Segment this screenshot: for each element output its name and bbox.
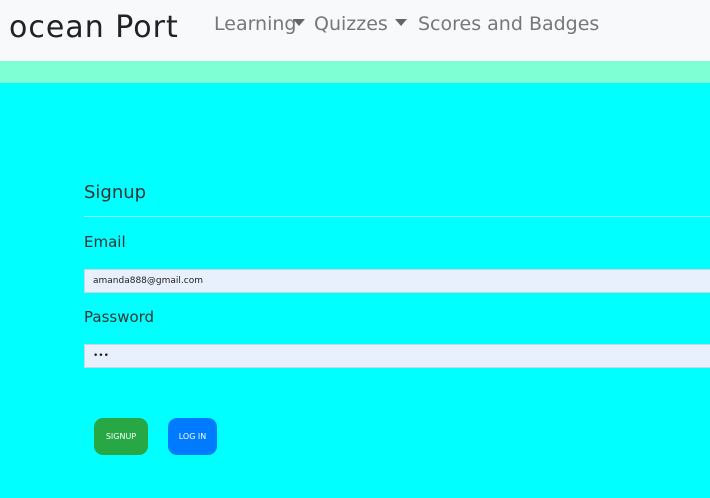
nav-learning[interactable]: Learning [214,13,297,35]
email-field[interactable] [84,269,710,293]
email-label: Email [84,233,126,251]
learning-dropdown-caret-icon[interactable] [293,19,305,26]
signup-button[interactable]: SIGNUP [94,418,148,455]
password-field[interactable] [84,344,710,368]
heading-divider [84,216,710,217]
signup-heading: Signup [84,182,147,203]
accent-stripe [0,61,710,83]
password-label: Password [84,308,155,326]
brand-logo[interactable]: ocean Port [9,10,179,45]
nav-quizzes[interactable]: Quizzes [314,13,388,35]
nav-scores-and-badges[interactable]: Scores and Badges [418,13,599,35]
login-button[interactable]: LOG IN [168,418,217,455]
quizzes-dropdown-caret-icon[interactable] [395,19,407,26]
top-navbar: ocean Port Learning Quizzes Scores and B… [0,0,710,61]
